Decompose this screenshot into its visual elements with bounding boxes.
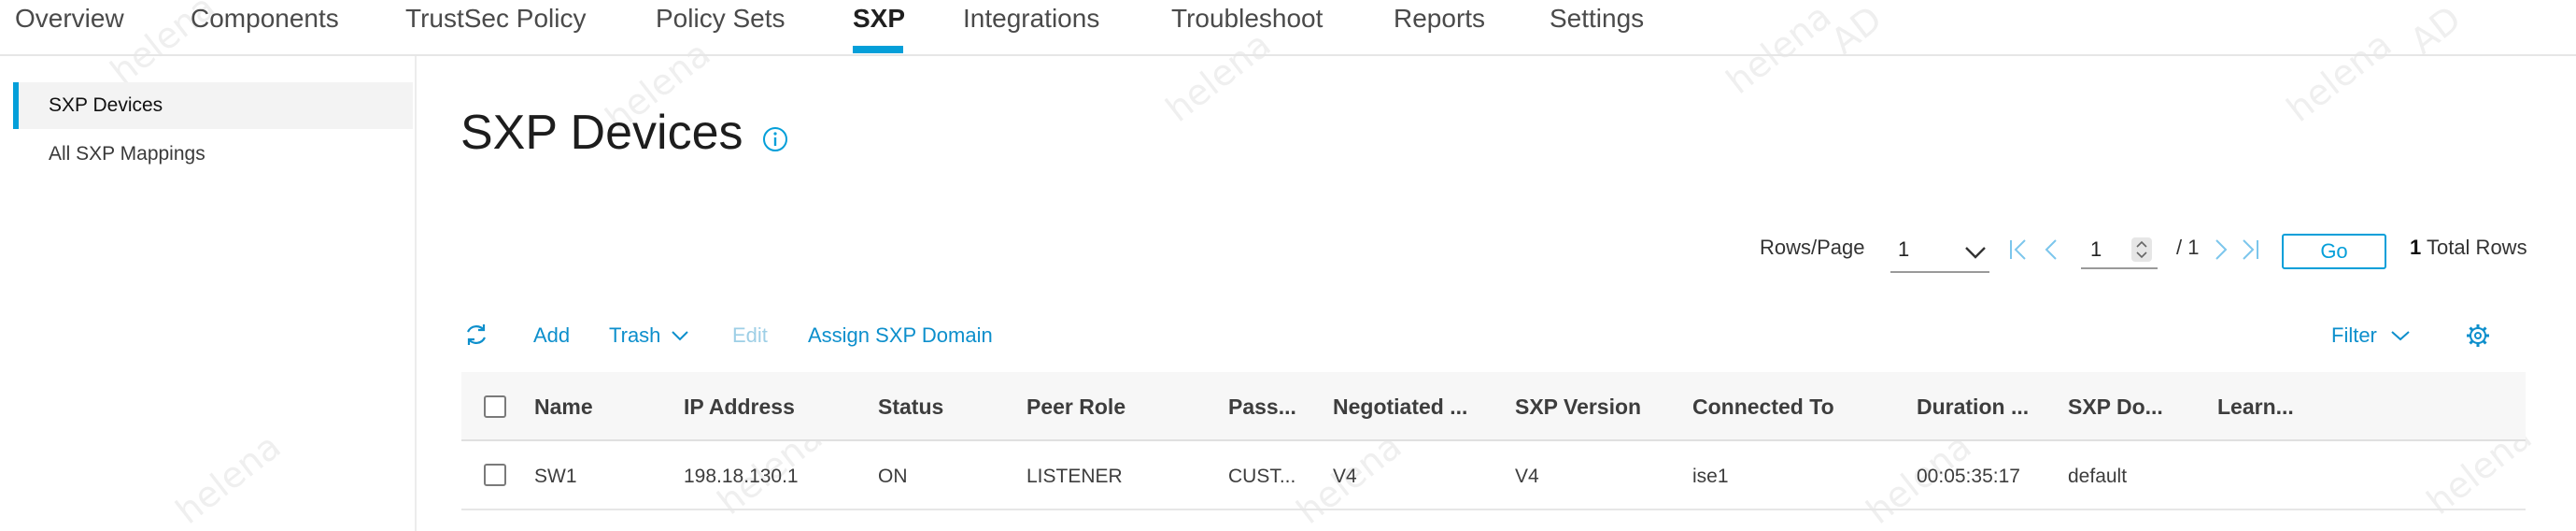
column-header-password[interactable]: Pass...: [1228, 395, 1296, 420]
sidebar-item-all-sxp-mappings[interactable]: All SXP Mappings: [13, 131, 413, 178]
cell-sxp-domain: default: [2068, 466, 2128, 487]
last-page-icon[interactable]: [2238, 237, 2262, 262]
cell-password: CUST...: [1228, 466, 1296, 487]
row-checkbox[interactable]: [484, 464, 506, 486]
tab-reports[interactable]: Reports: [1394, 2, 1485, 36]
trash-button[interactable]: Trash: [609, 323, 689, 348]
filter-button[interactable]: Filter: [2331, 323, 2411, 348]
cell-duration: 00:05:35:17: [1917, 466, 2020, 487]
column-header-name[interactable]: Name: [534, 395, 593, 420]
sidebar-item-sxp-devices[interactable]: SXP Devices: [13, 82, 413, 129]
rows-per-page-value: 1: [1898, 237, 1910, 261]
cell-sxp-version: V4: [1515, 466, 1539, 487]
column-header-peer-role[interactable]: Peer Role: [1026, 395, 1125, 420]
cell-name: SW1: [534, 466, 577, 487]
go-button[interactable]: Go: [2282, 234, 2386, 269]
total-rows-count: 1: [2410, 236, 2422, 259]
column-header-sxp-version[interactable]: SXP Version: [1515, 395, 1641, 420]
total-rows-label: Total Rows: [2426, 236, 2527, 259]
top-navigation: Overview Components TrustSec Policy Poli…: [0, 0, 2576, 56]
table-row[interactable]: SW1 198.18.130.1 ON LISTENER CUST... V4 …: [461, 441, 2526, 510]
column-header-connected-to[interactable]: Connected To: [1692, 395, 1834, 420]
page-total-label: / 1: [2176, 236, 2200, 259]
trash-label: Trash: [609, 323, 661, 347]
filter-label: Filter: [2331, 323, 2377, 347]
column-header-sxp-domain[interactable]: SXP Do...: [2068, 395, 2163, 420]
column-header-status[interactable]: Status: [878, 395, 943, 420]
column-header-duration[interactable]: Duration ...: [1917, 395, 2029, 420]
tab-policy-sets[interactable]: Policy Sets: [656, 2, 786, 36]
select-all-checkbox[interactable]: [484, 395, 506, 418]
first-page-icon[interactable]: [2006, 237, 2031, 262]
page-title: SXP Devices: [460, 106, 743, 160]
page-number-input[interactable]: 1: [2081, 232, 2158, 269]
current-page-value: 1: [2090, 237, 2102, 261]
rows-per-page-label: Rows/Page: [1760, 236, 1865, 259]
page-stepper-icon[interactable]: [2131, 237, 2152, 262]
chevron-down-icon: [1965, 247, 1986, 259]
column-header-negotiated-version[interactable]: Negotiated ...: [1333, 395, 1467, 420]
column-header-learned-from[interactable]: Learn...: [2217, 395, 2294, 420]
sidebar: SXP Devices All SXP Mappings: [0, 56, 417, 531]
tab-troubleshoot[interactable]: Troubleshoot: [1171, 2, 1323, 36]
column-header-ip-address[interactable]: IP Address: [684, 395, 795, 420]
tab-trustsec-policy[interactable]: TrustSec Policy: [405, 2, 586, 36]
add-button[interactable]: Add: [533, 323, 570, 348]
info-circle-icon[interactable]: [761, 125, 789, 153]
tab-overview[interactable]: Overview: [15, 2, 124, 36]
tab-integrations[interactable]: Integrations: [963, 2, 1099, 36]
active-tab-indicator: [853, 46, 903, 53]
rows-per-page-select[interactable]: 1: [1890, 232, 1989, 273]
cell-peer-role: LISTENER: [1026, 466, 1123, 487]
total-rows: 1 Total Rows: [2410, 236, 2527, 260]
chevron-down-icon: [671, 331, 688, 341]
tab-components[interactable]: Components: [191, 2, 339, 36]
cell-connected-to: ise1: [1692, 466, 1729, 487]
gear-icon[interactable]: [2466, 323, 2490, 348]
cell-negotiated-version: V4: [1333, 466, 1357, 487]
tab-sxp[interactable]: SXP: [853, 2, 905, 36]
previous-page-icon[interactable]: [2040, 237, 2064, 262]
cell-ip-address: 198.18.130.1: [684, 466, 799, 487]
tab-settings[interactable]: Settings: [1550, 2, 1644, 36]
refresh-icon[interactable]: [463, 322, 489, 348]
chevron-down-icon: [2391, 331, 2410, 341]
edit-button[interactable]: Edit: [732, 323, 768, 348]
next-page-icon[interactable]: [2208, 237, 2232, 262]
assign-sxp-domain-button[interactable]: Assign SXP Domain: [808, 323, 993, 348]
cell-status: ON: [878, 466, 908, 487]
table-header: Name IP Address Status Peer Role Pass...…: [461, 372, 2526, 441]
